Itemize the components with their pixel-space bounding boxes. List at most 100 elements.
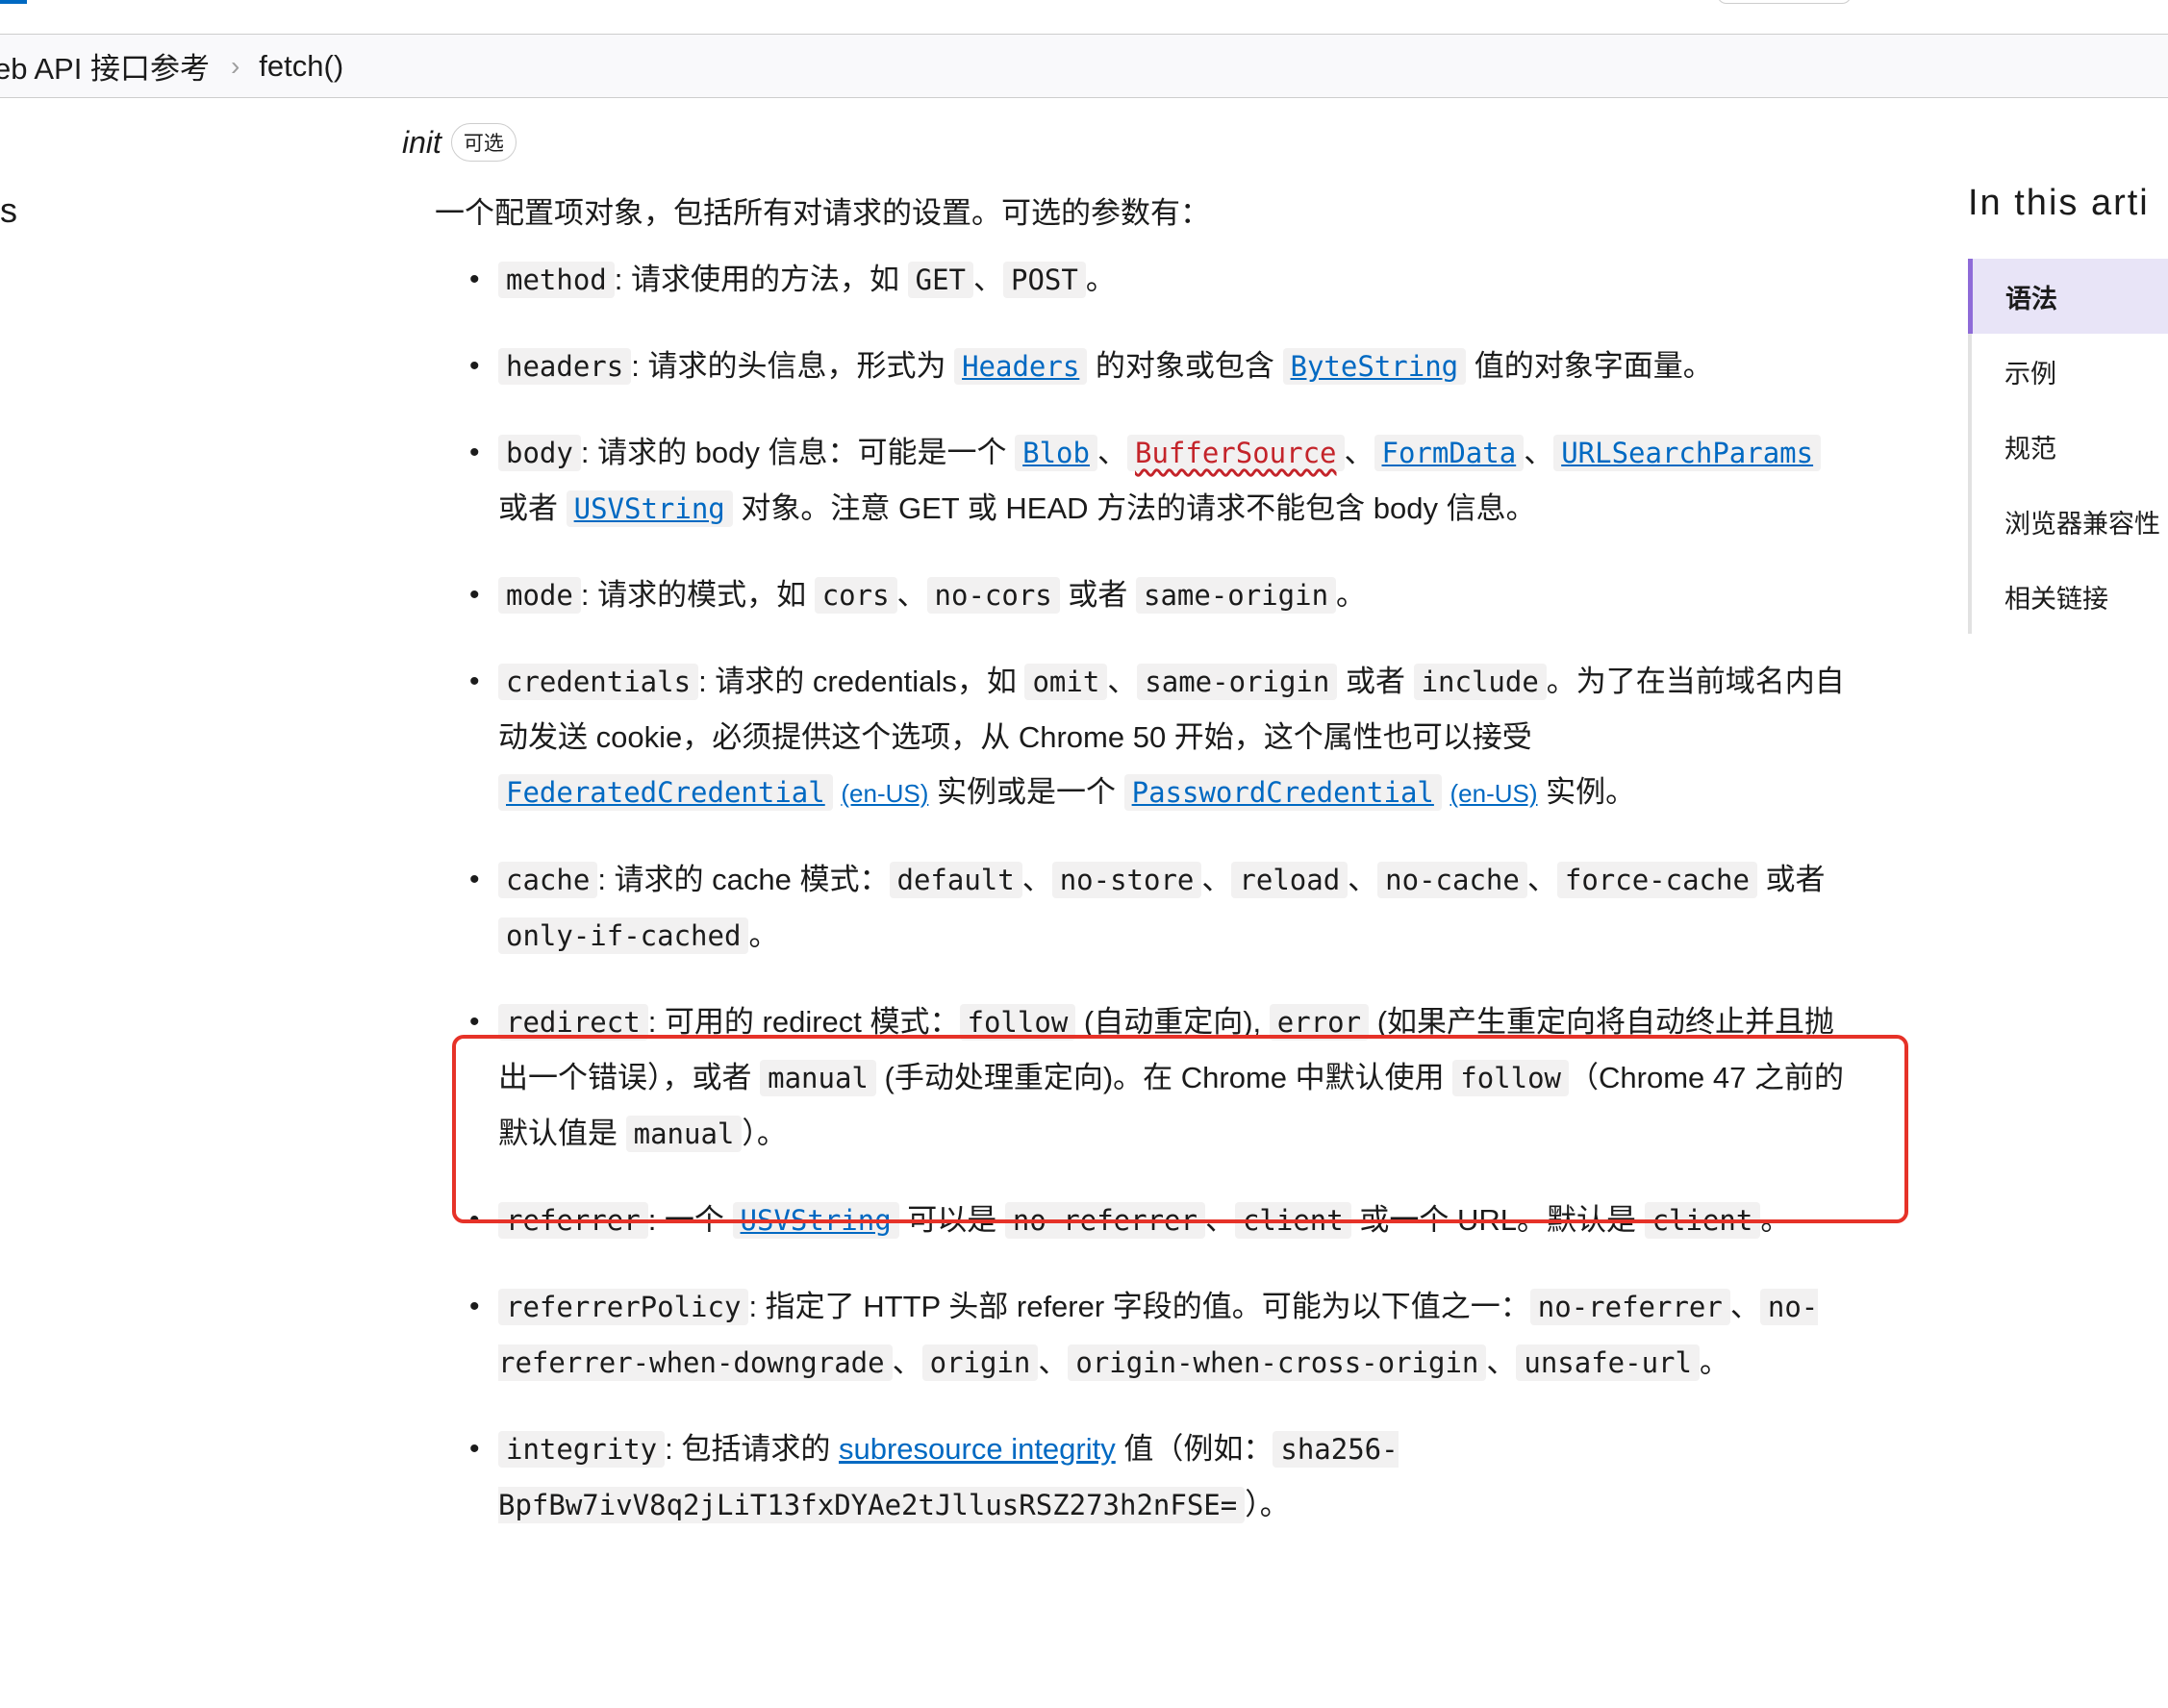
- text: : 请求的头信息，形式为: [631, 349, 955, 383]
- text: : 请求的 credentials，如: [698, 665, 1025, 698]
- breadcrumb: eb API 接口参考 › fetch(): [0, 35, 2168, 98]
- text: 或者: [1059, 578, 1136, 612]
- optional-badge: 可选: [450, 123, 517, 162]
- link-headers[interactable]: Headers: [954, 348, 1088, 385]
- code-omit: omit: [1024, 664, 1108, 700]
- logo-edge: [0, 0, 27, 4]
- list-item-method: • method: 请求使用的方法，如 GET、 POST。: [469, 252, 1845, 308]
- text: 、: [1201, 863, 1232, 896]
- table-of-contents: In this arti 语法 示例 规范 浏览器兼容性 相关链接: [1968, 183, 2168, 634]
- text: 、: [1344, 436, 1374, 469]
- link-subresource-integrity[interactable]: subresource integrity: [839, 1432, 1116, 1466]
- chevron-right-icon: ›: [230, 50, 240, 81]
- code-unsafe-url: unsafe-url: [1516, 1344, 1700, 1381]
- bullet: •: [469, 666, 480, 697]
- code-include: include: [1413, 664, 1547, 700]
- code-get: GET: [907, 262, 973, 298]
- text: 值的对象字面量。: [1466, 349, 1713, 383]
- text: : 请求的 cache 模式：: [597, 863, 890, 896]
- text: 实例。: [1537, 775, 1636, 809]
- text: : 请求的 body 信息：可能是一个: [580, 436, 1016, 469]
- text: 、: [1486, 1345, 1517, 1379]
- text: : 请求的模式，如: [580, 578, 815, 612]
- bullet: •: [469, 350, 480, 382]
- text: 的对象或包含: [1087, 349, 1283, 383]
- text: 、: [1038, 1345, 1069, 1379]
- code-credentials: credentials: [498, 664, 699, 700]
- link-bytestring[interactable]: ByteString: [1282, 348, 1467, 385]
- text: 、: [1348, 863, 1378, 896]
- code-origin-when-cross-origin: origin-when-cross-origin: [1068, 1344, 1487, 1381]
- link-urlsearchparams[interactable]: URLSearchParams: [1553, 435, 1822, 471]
- link-formdata[interactable]: FormData: [1374, 435, 1525, 471]
- text: 。: [1336, 578, 1367, 612]
- link-buffersource[interactable]: BufferSource: [1126, 435, 1345, 471]
- code-default: default: [889, 862, 1022, 898]
- text: 、: [1097, 436, 1127, 469]
- code-mode: mode: [498, 577, 581, 614]
- sidebar-cut-text: s: [0, 190, 17, 230]
- breadcrumb-current-link[interactable]: fetch(): [259, 49, 343, 84]
- toc-item-related-links[interactable]: 相关链接: [1972, 559, 2168, 634]
- link-blob[interactable]: Blob: [1015, 435, 1097, 471]
- code-no-store: no-store: [1051, 862, 1202, 898]
- code-cache: cache: [498, 862, 598, 898]
- toc-item-examples[interactable]: 示例: [1972, 334, 2168, 409]
- text: 、: [1021, 863, 1052, 896]
- text: 、: [1729, 1290, 1760, 1323]
- text: : 请求使用的方法，如: [614, 263, 908, 296]
- toc-list: 语法 示例 规范 浏览器兼容性 相关链接: [1968, 259, 2168, 634]
- bullet: •: [469, 1433, 480, 1465]
- text: 实例或是一个: [928, 775, 1124, 809]
- link-federatedcredential[interactable]: FederatedCredential: [498, 774, 833, 811]
- link-passwordcredential[interactable]: PasswordCredential: [1123, 774, 1442, 811]
- link-en-us[interactable]: (en-US): [841, 779, 928, 808]
- text: 或者: [498, 491, 567, 525]
- bullet: •: [469, 437, 480, 468]
- bullet: •: [469, 264, 480, 295]
- text: 、: [973, 263, 1003, 296]
- text: (自动重定向),: [1075, 1005, 1270, 1039]
- list-item-integrity: • integrity: 包括请求的 subresource integrity…: [469, 1421, 1845, 1533]
- code-origin: origin: [921, 1344, 1039, 1381]
- code-only-if-cached: only-if-cached: [498, 917, 749, 954]
- text: 。: [748, 918, 779, 952]
- option-list: • method: 请求使用的方法，如 GET、 POST。 • headers:…: [469, 252, 1845, 1533]
- toc-item-specifications[interactable]: 规范: [1972, 409, 2168, 484]
- breadcrumb-parent-link[interactable]: eb API 接口参考: [0, 44, 210, 88]
- list-item-headers: • headers: 请求的头信息，形式为 Headers 的对象或包含 Byt…: [469, 339, 1845, 394]
- list-item-referrerpolicy: • referrerPolicy: 指定了 HTTP 头部 referer 字段…: [469, 1279, 1845, 1391]
- code-referrerpolicy: referrerPolicy: [498, 1289, 749, 1325]
- text: 值（例如：: [1115, 1432, 1273, 1466]
- bullet: •: [469, 1291, 480, 1322]
- toc-item-browser-compatibility[interactable]: 浏览器兼容性: [1972, 484, 2168, 559]
- code-no-cache: no-cache: [1377, 862, 1527, 898]
- code-cors: cors: [814, 577, 897, 614]
- link-en-us[interactable]: (en-US): [1450, 779, 1538, 808]
- code-body: body: [498, 435, 581, 471]
- param-name: init: [402, 124, 441, 160]
- text: ）。: [1245, 1488, 1290, 1521]
- text: 。: [1085, 263, 1116, 296]
- bullet: •: [469, 864, 480, 895]
- text: 、: [1526, 863, 1557, 896]
- text: 或者: [1756, 863, 1826, 896]
- code-post: POST: [1003, 262, 1086, 298]
- text: : 指定了 HTTP 头部 referer 字段的值。可能为以下值之一：: [748, 1290, 1530, 1323]
- text: 、: [892, 1345, 922, 1379]
- link-usvstring[interactable]: USVString: [566, 490, 733, 527]
- list-item-credentials: • credentials: 请求的 credentials，如 omit、 sa…: [469, 654, 1845, 821]
- code-same-origin: same-origin: [1137, 664, 1338, 700]
- top-navbar: [0, 0, 2168, 35]
- toc-title: In this arti: [1968, 183, 2150, 223]
- header-button[interactable]: [1717, 0, 1852, 4]
- code-no-cors: no-cors: [926, 577, 1060, 614]
- text: 、: [1107, 665, 1138, 698]
- list-item-body: • body: 请求的 body 信息：可能是一个 Blob、 BufferSou…: [469, 425, 1845, 537]
- toc-item-syntax[interactable]: 语法: [1968, 259, 2168, 334]
- param-description: 一个配置项对象，包括所有对请求的设置。可选的参数有：: [435, 196, 1210, 230]
- text: : 可用的 redirect 模式：: [647, 1005, 960, 1039]
- text: 对象。注意 GET 或 HEAD 方法的请求不能包含 body 信息。: [732, 491, 1536, 525]
- list-item-cache: • cache: 请求的 cache 模式： default、 no-store、 r…: [469, 852, 1845, 964]
- code-same-origin: same-origin: [1135, 577, 1337, 614]
